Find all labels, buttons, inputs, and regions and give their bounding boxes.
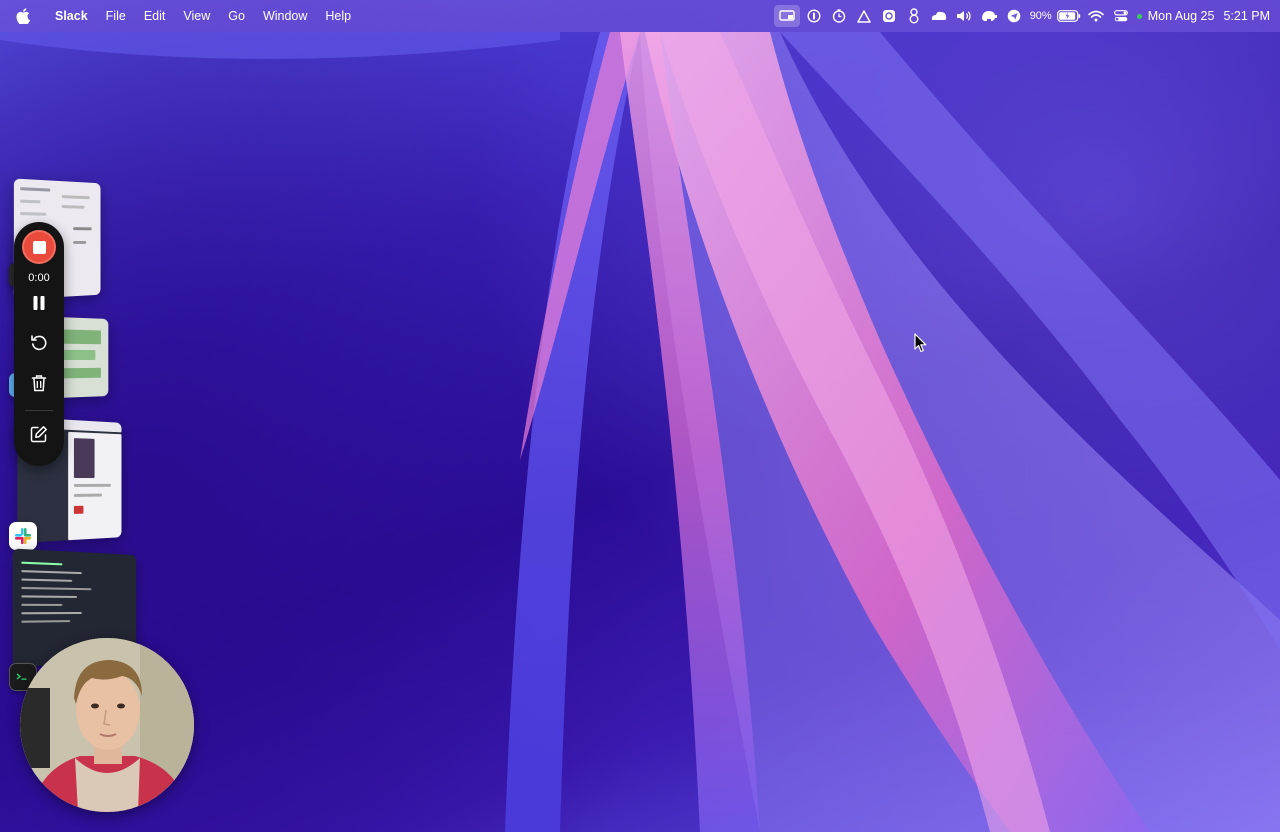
- help-menu[interactable]: Help: [316, 0, 360, 32]
- pause-button[interactable]: [24, 290, 54, 320]
- go-menu[interactable]: Go: [219, 0, 254, 32]
- delete-button[interactable]: [24, 370, 54, 400]
- screen-mirroring-icon[interactable]: [774, 5, 801, 27]
- battery-icon[interactable]: [1056, 5, 1082, 27]
- volume-icon[interactable]: [953, 5, 975, 27]
- pause-icon: [32, 295, 46, 316]
- stop-icon: [32, 240, 46, 254]
- pencil-edit-icon: [30, 425, 48, 448]
- camera-active-indicator: [1136, 13, 1142, 19]
- webcam-bubble[interactable]: [20, 638, 194, 812]
- drive-icon[interactable]: [853, 5, 875, 27]
- stage-manager-window-2[interactable]: [56, 316, 109, 399]
- trash-icon: [31, 374, 47, 397]
- send-icon[interactable]: [1003, 5, 1025, 27]
- view-menu[interactable]: View: [174, 0, 219, 32]
- battery-percent: 90%: [1029, 10, 1052, 22]
- menu-bar: Slack File Edit View Go Window Help 90% …: [0, 0, 1280, 32]
- recording-toolbar: 0:00: [14, 222, 64, 466]
- apple-menu-icon[interactable]: [0, 8, 46, 24]
- password-manager-icon[interactable]: [803, 5, 825, 27]
- restart-button[interactable]: [24, 330, 54, 360]
- file-menu[interactable]: File: [97, 0, 135, 32]
- app-menu[interactable]: Slack: [46, 0, 97, 32]
- slack-app-icon[interactable]: [9, 522, 37, 550]
- menubar-time[interactable]: 5:21 PM: [1223, 9, 1270, 23]
- timer-icon[interactable]: [828, 5, 850, 27]
- edit-menu[interactable]: Edit: [135, 0, 175, 32]
- toolbar-divider: [25, 410, 53, 411]
- recording-timer: 0:00: [28, 272, 50, 284]
- cloud-icon[interactable]: [928, 5, 950, 27]
- mouse-cursor-icon: [914, 333, 927, 353]
- annotate-button[interactable]: [24, 421, 54, 451]
- vpn-icon[interactable]: [878, 5, 900, 27]
- elephant-icon[interactable]: [978, 5, 1000, 27]
- script-icon[interactable]: [903, 5, 925, 27]
- wifi-icon[interactable]: [1085, 5, 1107, 27]
- webcam-feed: [20, 638, 194, 812]
- window-menu[interactable]: Window: [254, 0, 316, 32]
- control-center-icon[interactable]: [1110, 5, 1132, 27]
- stop-recording-button[interactable]: [22, 230, 56, 264]
- menubar-date[interactable]: Mon Aug 25: [1148, 9, 1215, 23]
- restart-icon: [30, 334, 48, 357]
